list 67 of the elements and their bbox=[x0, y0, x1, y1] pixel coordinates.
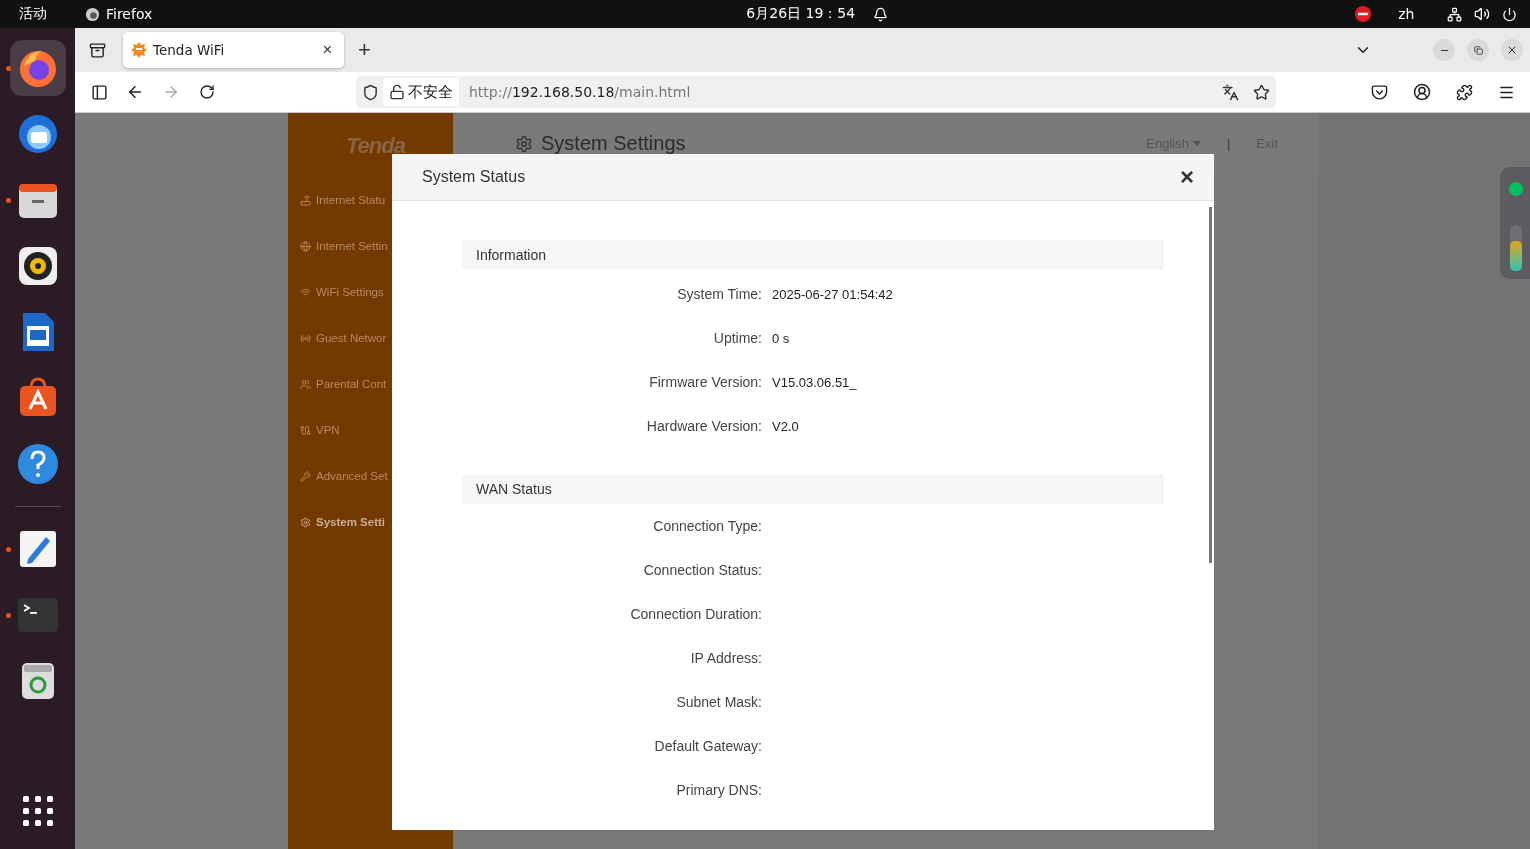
close-icon bbox=[1506, 44, 1518, 56]
dialog-close-button[interactable]: × bbox=[1180, 165, 1194, 189]
app-menu[interactable]: Firefox bbox=[106, 6, 153, 22]
app-grid-icon[interactable] bbox=[21, 795, 54, 827]
globe-icon bbox=[300, 240, 311, 252]
translate-icon[interactable] bbox=[1222, 83, 1239, 101]
field-value: V2.0 bbox=[772, 418, 799, 434]
network-icon bbox=[1447, 6, 1463, 22]
floating-meter-widget[interactable] bbox=[1500, 167, 1530, 279]
scrollbar[interactable] bbox=[1209, 207, 1212, 563]
volume-icon bbox=[1474, 6, 1491, 22]
close-button[interactable] bbox=[1501, 39, 1523, 61]
dock-item[interactable] bbox=[9, 40, 66, 96]
pocket-icon[interactable] bbox=[1371, 83, 1388, 101]
browser-tab[interactable]: Tenda WiFi × bbox=[123, 32, 344, 68]
field-label: System Time: bbox=[676, 286, 762, 302]
section-header: Information bbox=[462, 240, 1164, 270]
wrench-icon bbox=[300, 470, 311, 482]
header-divider: | bbox=[1225, 136, 1232, 151]
field-label: IP Address: bbox=[689, 650, 762, 666]
field-label: Subnet Mask: bbox=[675, 694, 762, 710]
field-value: V15.03.06.51_ bbox=[772, 374, 857, 390]
new-tab-button[interactable]: + bbox=[350, 37, 379, 63]
field-label: Connection Type: bbox=[652, 518, 762, 534]
bookmark-star-icon[interactable] bbox=[1253, 83, 1270, 101]
section-header: WAN Status bbox=[462, 474, 1164, 504]
router-icon bbox=[300, 194, 311, 206]
page-title: System Settings bbox=[541, 132, 687, 155]
activities-button[interactable]: 活动 bbox=[19, 5, 47, 23]
wifi-icon bbox=[300, 286, 311, 298]
router-logo: Tenda bbox=[345, 133, 407, 160]
field-label: Connection Duration: bbox=[629, 606, 762, 622]
restore-icon bbox=[1473, 45, 1483, 55]
sidebar-menu-item[interactable]: System Setti bbox=[288, 499, 453, 545]
url-field[interactable]: http://192.168.50.18/main.html bbox=[469, 84, 1218, 100]
security-indicator[interactable]: 不安全 bbox=[383, 78, 459, 106]
field-label: Connection Status: bbox=[642, 562, 762, 578]
account-icon[interactable] bbox=[1413, 83, 1431, 101]
router-logo-icon bbox=[131, 42, 147, 58]
firefox-icon bbox=[85, 6, 100, 22]
settings-icon bbox=[515, 134, 533, 153]
help-icon bbox=[15, 442, 60, 486]
dialog-title: System Status bbox=[422, 168, 527, 186]
plug-icon bbox=[300, 424, 311, 436]
clock[interactable]: 6月26日 19：54 bbox=[746, 5, 856, 23]
field-value: 0 s bbox=[772, 330, 790, 346]
tab-title: Tenda WiFi bbox=[153, 42, 226, 58]
signal-icon bbox=[300, 332, 311, 344]
lock-slash-icon bbox=[389, 84, 405, 100]
settings-icon bbox=[300, 516, 311, 528]
shield-icon[interactable] bbox=[362, 83, 379, 101]
field-label: Default Gateway: bbox=[653, 738, 762, 754]
tab-close-button[interactable]: × bbox=[318, 41, 336, 59]
input-method[interactable]: zh bbox=[1398, 6, 1415, 22]
field-label: Firmware Version: bbox=[648, 374, 762, 390]
extensions-icon[interactable] bbox=[1456, 83, 1473, 101]
field-value: 2025-06-27 01:54:42 bbox=[772, 286, 893, 302]
restore-button[interactable] bbox=[1467, 39, 1489, 61]
caret-icon bbox=[1192, 141, 1201, 146]
field-label: Hardware Version: bbox=[645, 418, 762, 434]
field-label: Uptime: bbox=[712, 330, 762, 346]
bell-icon bbox=[873, 6, 889, 22]
field-label: Primary DNS: bbox=[675, 782, 762, 798]
power-icon bbox=[1502, 6, 1518, 22]
do-not-disturb-icon bbox=[1355, 6, 1372, 22]
people-icon bbox=[300, 378, 311, 390]
tray-icon bbox=[88, 41, 106, 59]
